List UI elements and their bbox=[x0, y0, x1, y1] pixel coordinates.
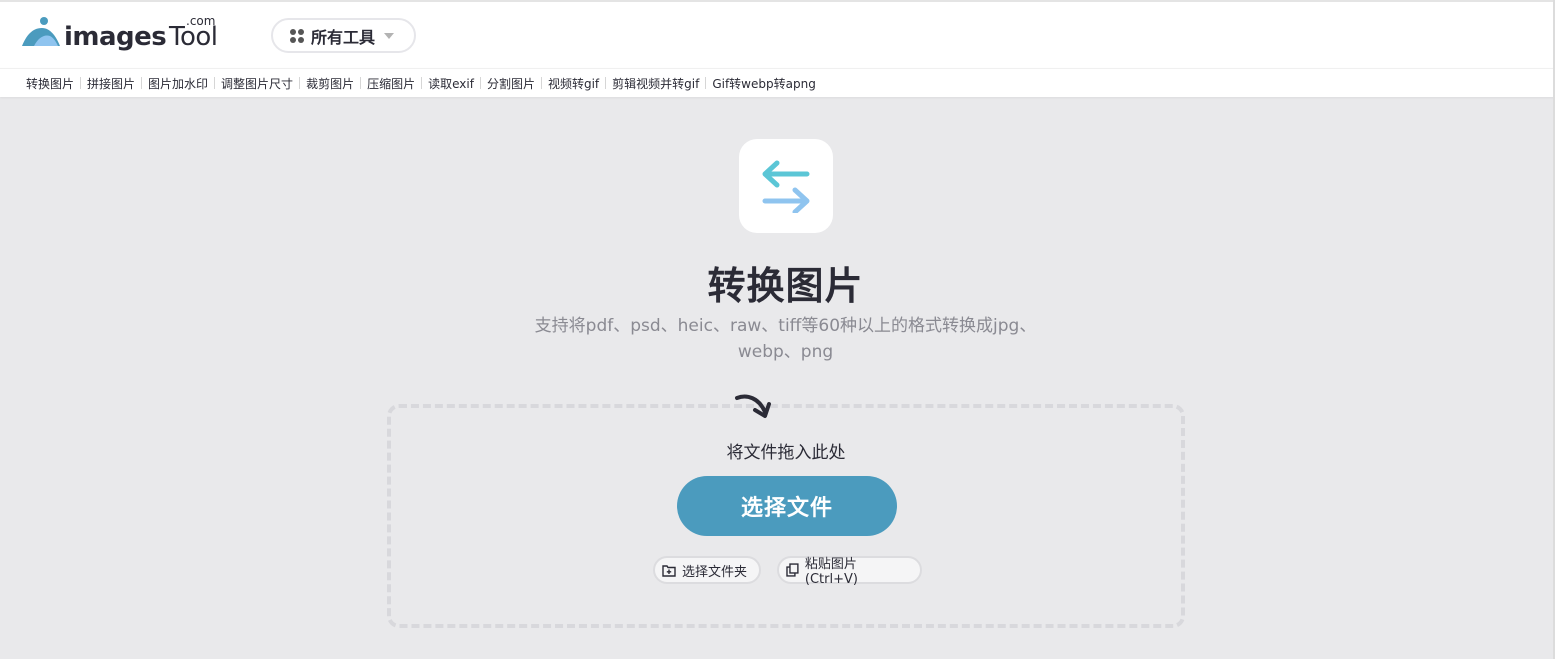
caret-down-icon bbox=[384, 32, 395, 39]
choose-file-button[interactable]: 选择文件 bbox=[677, 476, 897, 536]
nav-separator bbox=[605, 77, 607, 89]
swap-arrows-icon bbox=[762, 160, 810, 213]
tool-icon-tile bbox=[739, 139, 833, 233]
nav-item-resize[interactable]: 调整图片尺寸 bbox=[221, 75, 293, 92]
main-content: 转换图片 支持将pdf、psd、heic、raw、tiff等60种以上的格式转换… bbox=[0, 97, 1555, 659]
nav-separator bbox=[214, 77, 216, 89]
nav-item-split-image[interactable]: 分割图片 bbox=[487, 75, 535, 92]
nav-item-watermark[interactable]: 图片加水印 bbox=[148, 75, 208, 92]
paste-image-label: 粘贴图片 (Ctrl+V) bbox=[804, 557, 858, 587]
nav-item-clip-video-gif[interactable]: 剪辑视频并转gif bbox=[612, 75, 699, 92]
file-drop-zone[interactable]: 将文件拖入此处 选择文件 选择文件夹 粘贴图片 (Ctrl+V) bbox=[387, 394, 1185, 628]
nav-separator bbox=[421, 77, 423, 89]
logo-wave-icon bbox=[22, 17, 60, 46]
header: images .com Tool 所有工具 bbox=[0, 2, 1555, 68]
choose-folder-label: 选择文件夹 bbox=[682, 564, 748, 580]
nav-separator bbox=[705, 77, 707, 89]
tool-nav-bar: 转换图片 拼接图片 图片加水印 调整图片尺寸 裁剪图片 压缩图片 读取exif … bbox=[0, 68, 1555, 97]
nav-separator bbox=[299, 77, 301, 89]
nav-item-gif-webp-apng[interactable]: Gif转webp转apng bbox=[712, 75, 815, 92]
logo-tool-text: Tool bbox=[169, 22, 218, 52]
nav-item-video-to-gif[interactable]: 视频转gif bbox=[548, 75, 599, 92]
page-title: 转换图片 bbox=[707, 264, 864, 308]
nav-separator bbox=[360, 77, 362, 89]
nav-separator bbox=[80, 77, 82, 89]
nav-item-merge-images[interactable]: 拼接图片 bbox=[87, 75, 135, 92]
curved-arrow-icon bbox=[735, 394, 771, 418]
grid-dots-icon bbox=[290, 28, 304, 43]
nav-separator bbox=[141, 77, 143, 89]
site-logo[interactable]: images .com Tool bbox=[20, 14, 230, 56]
nav-item-convert-image[interactable]: 转换图片 bbox=[26, 75, 74, 92]
folder-plus-icon bbox=[662, 564, 676, 577]
nav-separator bbox=[479, 77, 481, 89]
drop-hint-text: 将文件拖入此处 bbox=[726, 443, 846, 463]
choose-folder-button[interactable]: 选择文件夹 bbox=[653, 556, 761, 584]
nav-item-compress[interactable]: 压缩图片 bbox=[367, 75, 415, 92]
copy-icon bbox=[786, 563, 799, 577]
logo-images-text: images bbox=[64, 22, 167, 52]
all-tools-label: 所有工具 bbox=[311, 27, 376, 47]
paste-image-button[interactable]: 粘贴图片 (Ctrl+V) bbox=[777, 556, 922, 587]
nav-item-crop[interactable]: 裁剪图片 bbox=[306, 75, 354, 92]
page-subtitle: 支持将pdf、psd、heic、raw、tiff等60种以上的格式转换成jpg、… bbox=[534, 316, 1037, 362]
nav-item-read-exif[interactable]: 读取exif bbox=[428, 75, 474, 92]
nav-separator bbox=[540, 77, 542, 89]
all-tools-dropdown[interactable]: 所有工具 bbox=[271, 18, 416, 53]
